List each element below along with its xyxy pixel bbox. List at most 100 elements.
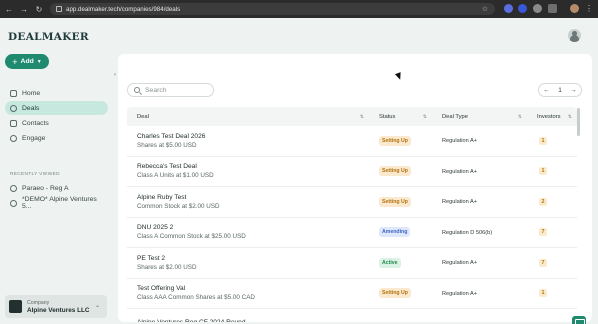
column-header-investors[interactable]: Investors ⇅: [527, 107, 577, 126]
deal-type: Regulation A+: [442, 290, 477, 297]
investor-count: 1: [539, 136, 547, 145]
browser-menu-icon[interactable]: ⋮: [585, 4, 594, 13]
table-row[interactable]: Rebecca's Test Deal Class A Units at $1.…: [127, 157, 577, 187]
deal-name[interactable]: Rebecca's Test Deal: [137, 163, 369, 170]
status-cell: Setting Up: [369, 288, 432, 299]
deal-name[interactable]: PE Test 2: [137, 255, 369, 262]
status-cell: Setting Up: [369, 135, 432, 146]
investor-count: 7: [539, 258, 547, 267]
sort-icon: ⇅: [359, 113, 364, 120]
deal-cell: Charles Test Deal 2026 Shares at $5.00 U…: [127, 133, 369, 149]
deal-security: Class AAA Common Shares at $5.00 CAD: [137, 294, 255, 302]
chevron-down-icon: ▼: [36, 58, 42, 65]
deal-type-cell: Regulation A+: [432, 198, 527, 205]
status-badge: Amending: [379, 227, 411, 238]
sidebar-item-deals[interactable]: Deals: [5, 101, 108, 115]
prev-page-icon[interactable]: ←: [543, 87, 549, 94]
sidebar-item-engage[interactable]: Engage: [5, 131, 108, 145]
extension-icon[interactable]: [533, 4, 542, 13]
deal-name[interactable]: Alpine Ruby Test: [137, 194, 369, 201]
table-row[interactable]: Test Offering Val Class AAA Common Share…: [127, 279, 577, 309]
table-row[interactable]: Alpine Ruby Test Common Stock at $2.00 U…: [127, 187, 577, 218]
engage-icon: [10, 134, 17, 142]
table-row[interactable]: Alpine Ventures Reg CF 2024 Round: [127, 309, 577, 322]
sort-icon: ⇅: [517, 113, 522, 120]
deal-icon: [10, 184, 17, 192]
deal-type-cell: Regulation A+: [432, 137, 527, 144]
investor-count: 1: [539, 167, 547, 176]
bookmark-star-icon[interactable]: ☆: [482, 5, 488, 13]
app-window: DEALMAKER + Add ▼ Home Deals Contacts En…: [0, 18, 598, 324]
site-info-icon[interactable]: [56, 6, 62, 12]
deal-type-cell: Regulation D 506(b): [432, 229, 527, 236]
deal-name[interactable]: DNU 2025 2: [137, 224, 369, 231]
deal-security: Class A Units at $1.00 USD: [137, 172, 214, 180]
investor-count: 2: [539, 197, 547, 206]
page-number: 1: [558, 86, 562, 94]
recent-item-label: *DEMO* Alpine Ventures 5...: [22, 196, 97, 210]
extension-icon[interactable]: [504, 4, 513, 13]
recently-viewed-heading: RECENTLY VIEWED: [10, 172, 60, 177]
status-cell: Setting Up: [369, 196, 432, 207]
search-input[interactable]: Search: [127, 83, 214, 97]
extensions-menu-icon[interactable]: [548, 4, 557, 13]
table-row[interactable]: Charles Test Deal 2026 Shares at $5.00 U…: [127, 126, 577, 157]
sidebar-item-label: Home: [22, 89, 41, 97]
recent-item-label: Paraeo - Reg A: [22, 184, 69, 192]
next-page-icon[interactable]: →: [570, 87, 576, 94]
add-button[interactable]: + Add ▼: [5, 54, 49, 69]
deal-name[interactable]: Alpine Ventures Reg CF 2024 Round: [137, 319, 369, 322]
back-icon[interactable]: ←: [3, 3, 15, 15]
deal-icon: [10, 199, 17, 207]
recent-item[interactable]: *DEMO* Alpine Ventures 5...: [5, 196, 108, 210]
deal-cell: Test Offering Val Class AAA Common Share…: [127, 285, 369, 301]
url-text: app.dealmaker.tech/companies/984/deals: [66, 5, 181, 13]
reload-icon[interactable]: ↻: [33, 3, 45, 15]
table-row[interactable]: DNU 2025 2 Class A Common Stock at $25.0…: [127, 218, 577, 248]
app-logo[interactable]: DEALMAKER: [8, 31, 89, 43]
column-header-deal-type[interactable]: Deal Type ⇅: [432, 107, 527, 126]
sidebar-item-label: Deals: [22, 104, 40, 112]
profile-icon[interactable]: [570, 4, 579, 13]
deal-security: Shares at $2.00 USD: [137, 263, 197, 271]
chat-button[interactable]: [572, 316, 586, 324]
chevron-down-icon: ⌄: [94, 303, 100, 309]
status-cell: Amending: [369, 227, 432, 238]
scrollbar[interactable]: [577, 108, 580, 136]
collapse-sidebar-icon[interactable]: ‹: [114, 72, 116, 78]
sidebar-item-home[interactable]: Home: [5, 86, 108, 100]
column-header-deal[interactable]: Deal ⇅: [127, 107, 369, 126]
deal-name[interactable]: Test Offering Val: [137, 285, 369, 292]
forward-icon[interactable]: →: [18, 3, 30, 15]
table-row[interactable]: PE Test 2 Shares at $2.00 USD Active Reg…: [127, 248, 577, 279]
status-badge: Active: [379, 257, 401, 268]
recent-item[interactable]: Paraeo - Reg A: [5, 181, 108, 195]
plus-icon: +: [12, 56, 18, 67]
deal-cell: DNU 2025 2 Class A Common Stock at $25.0…: [127, 224, 369, 240]
column-header-status[interactable]: Status ⇅: [369, 107, 432, 126]
company-name: Alpine Ventures LLC: [27, 306, 90, 314]
table-header: Deal ⇅ Status ⇅ Deal Type ⇅ Investors ⇅: [127, 107, 577, 126]
pagination: ← 1 →: [538, 83, 582, 97]
deals-table: Deal ⇅ Status ⇅ Deal Type ⇅ Investors ⇅ Char…: [127, 107, 577, 322]
company-logo: [9, 300, 22, 313]
status-badge: Setting Up: [379, 135, 411, 146]
deal-cell: PE Test 2 Shares at $2.00 USD: [127, 255, 369, 271]
deals-panel: Search ← 1 → Deal ⇅ Status ⇅ Deal Type ⇅ In…: [118, 54, 592, 322]
company-label: Company: [27, 299, 50, 306]
user-avatar[interactable]: [568, 29, 581, 42]
deal-type: Regulation A+: [442, 199, 477, 206]
sidebar-item-contacts[interactable]: Contacts: [5, 116, 108, 130]
investors-cell: 7: [527, 228, 577, 237]
deals-icon: [10, 104, 17, 112]
investor-count: 7: [539, 228, 547, 237]
investors-cell: 1: [527, 289, 577, 298]
address-bar[interactable]: app.dealmaker.tech/companies/984/deals ☆: [50, 3, 495, 15]
deal-cell: Alpine Ventures Reg CF 2024 Round: [127, 319, 369, 322]
company-switcher[interactable]: Company Alpine Ventures LLC ⌄: [5, 295, 107, 318]
deal-type-cell: Regulation A+: [432, 290, 527, 297]
extension-icon[interactable]: [518, 4, 527, 13]
sidebar-item-label: Contacts: [22, 119, 49, 127]
deal-type: Regulation A+: [442, 138, 477, 145]
deal-name[interactable]: Charles Test Deal 2026: [137, 133, 369, 140]
